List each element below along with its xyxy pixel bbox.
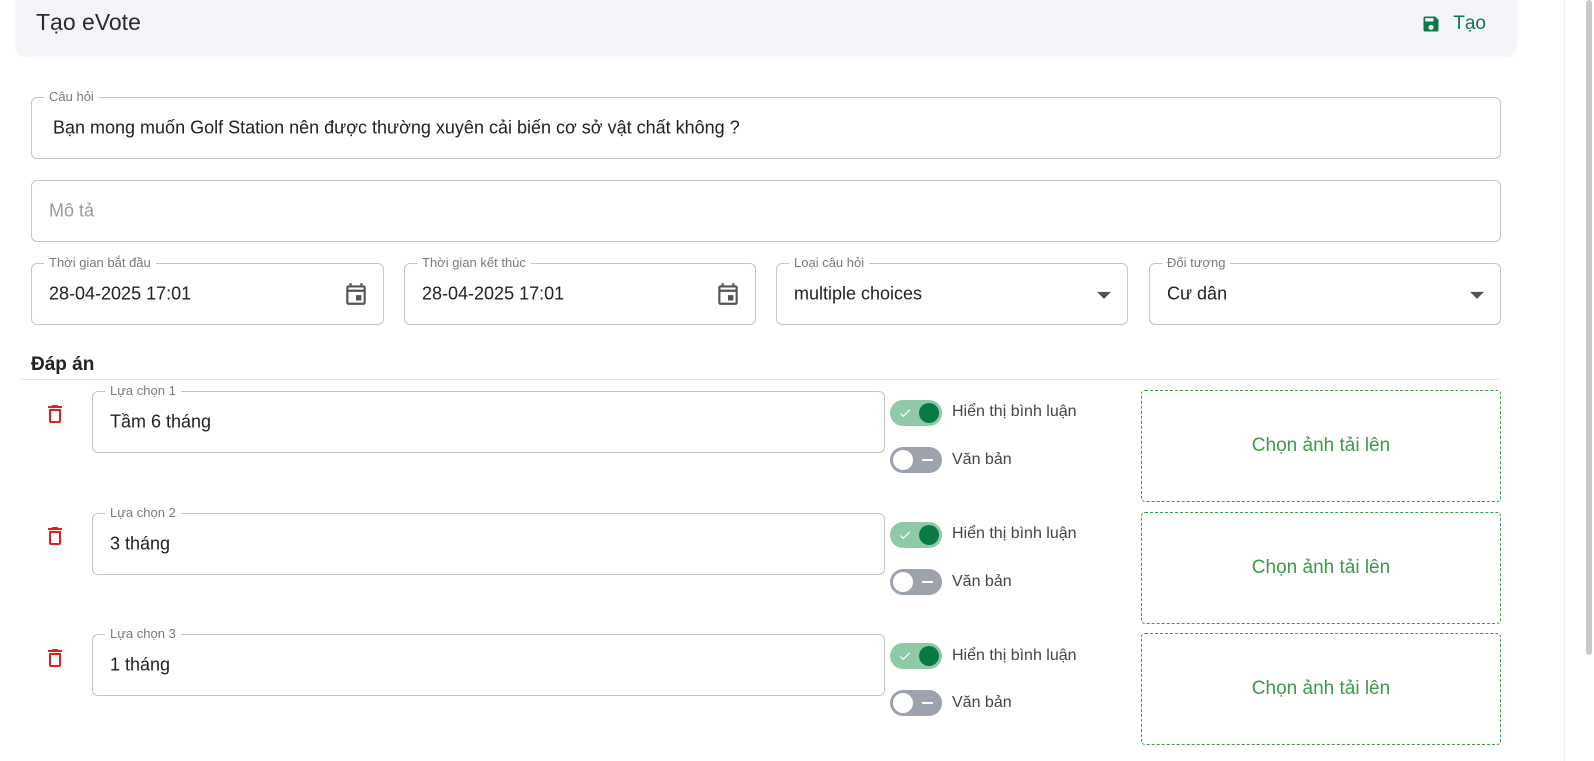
audience-label: Đối tượng <box>1162 255 1231 271</box>
toggle-knob <box>919 403 939 423</box>
end-time-field[interactable]: Thời gian kết thúc 28-04-2025 17:01 <box>404 255 756 325</box>
check-icon <box>899 531 911 540</box>
toggle-knob <box>893 450 913 470</box>
toggle-knob <box>919 525 939 545</box>
start-time-input[interactable]: 28-04-2025 17:01 <box>49 284 191 305</box>
image-upload-button[interactable]: Chọn ảnh tải lên <box>1141 633 1501 745</box>
show-comment-toggle[interactable] <box>890 643 942 669</box>
answer-label: Lựa chọn 1 <box>105 383 181 399</box>
question-type-select[interactable]: Loại câu hỏi multiple choices <box>776 255 1128 325</box>
create-button[interactable]: Tạo <box>1421 10 1486 38</box>
toggle-knob <box>893 693 913 713</box>
check-icon <box>899 409 911 418</box>
check-icon <box>899 652 911 661</box>
text-label: Văn bản <box>952 573 1012 590</box>
answer-input[interactable]: Tầm 6 tháng <box>110 412 211 433</box>
image-upload-button[interactable]: Chọn ảnh tải lên <box>1141 390 1501 502</box>
scrollbar-track[interactable] <box>1564 0 1594 761</box>
question-type-value: multiple choices <box>794 283 923 304</box>
text-toggle[interactable] <box>890 690 942 716</box>
text-toggle[interactable] <box>890 569 942 595</box>
dash-icon <box>922 581 933 583</box>
end-time-label: Thời gian kết thúc <box>417 255 531 271</box>
answer-field[interactable]: Lựa chọn 3 1 tháng <box>92 626 885 696</box>
question-type-label: Loại câu hỏi <box>789 255 870 271</box>
trash-icon[interactable] <box>43 645 67 671</box>
answer-input[interactable]: 3 tháng <box>110 534 170 555</box>
answers-title: Đáp án <box>31 354 95 375</box>
page-header: Tạo eVote Tạo <box>16 0 1516 57</box>
dash-icon <box>922 702 933 704</box>
question-input[interactable]: Bạn mong muốn Golf Station nên được thườ… <box>53 118 740 139</box>
dash-icon <box>922 459 933 461</box>
answer-label: Lựa chọn 3 <box>105 626 181 642</box>
calendar-icon[interactable] <box>715 281 741 307</box>
caret-down-icon[interactable] <box>1470 291 1484 299</box>
floppy-disk-icon <box>1423 16 1439 32</box>
create-button-label: Tạo <box>1453 13 1486 34</box>
answers-divider <box>20 379 1500 380</box>
show-comment-label: Hiển thị bình luận <box>952 647 1077 664</box>
start-time-field[interactable]: Thời gian bắt đầu 28-04-2025 17:01 <box>31 255 384 325</box>
show-comment-toggle[interactable] <box>890 400 942 426</box>
answer-field[interactable]: Lựa chọn 2 3 tháng <box>92 505 885 575</box>
show-comment-toggle[interactable] <box>890 522 942 548</box>
text-label: Văn bản <box>952 694 1012 711</box>
audience-value: Cư dân <box>1167 283 1228 304</box>
text-label: Văn bản <box>952 451 1012 468</box>
toggle-knob <box>919 646 939 666</box>
image-upload-button[interactable]: Chọn ảnh tải lên <box>1141 512 1501 624</box>
scrollbar-thumb[interactable] <box>1586 0 1592 655</box>
end-time-input[interactable]: 28-04-2025 17:01 <box>422 284 564 305</box>
question-field[interactable]: Câu hỏi Bạn mong muốn Golf Station nên đ… <box>31 89 1501 159</box>
audience-select[interactable]: Đối tượng Cư dân <box>1149 255 1501 325</box>
text-toggle[interactable] <box>890 447 942 473</box>
answer-label: Lựa chọn 2 <box>105 505 181 521</box>
calendar-icon[interactable] <box>343 281 369 307</box>
answer-input[interactable]: 1 tháng <box>110 655 170 676</box>
page-title: Tạo eVote <box>36 9 141 35</box>
start-time-label: Thời gian bắt đầu <box>44 255 156 271</box>
description-input[interactable]: Mô tả <box>49 201 94 222</box>
description-field[interactable]: Mô tả <box>31 180 1501 242</box>
caret-down-icon[interactable] <box>1097 291 1111 299</box>
answer-field[interactable]: Lựa chọn 1 Tầm 6 tháng <box>92 383 885 453</box>
trash-icon[interactable] <box>43 401 67 427</box>
question-label: Câu hỏi <box>44 89 99 105</box>
show-comment-label: Hiển thị bình luận <box>952 525 1077 542</box>
toggle-knob <box>893 572 913 592</box>
trash-icon[interactable] <box>43 523 67 549</box>
show-comment-label: Hiển thị bình luận <box>952 403 1077 420</box>
